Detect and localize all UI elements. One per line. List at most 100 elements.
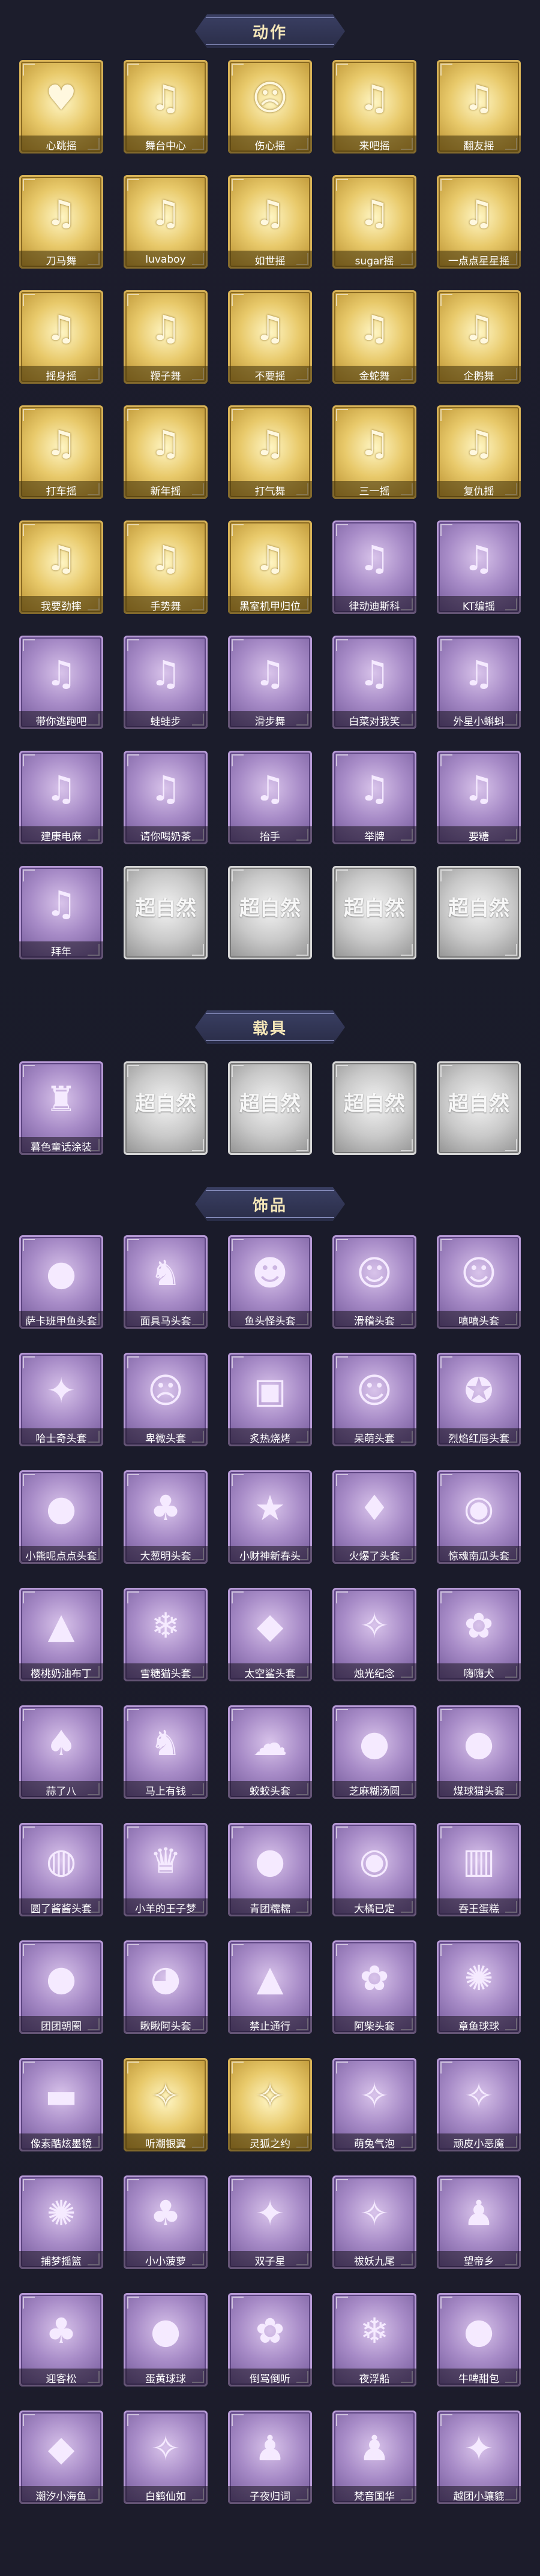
accessories-item[interactable]: ✧ 顽皮小恶魔 bbox=[437, 2058, 521, 2162]
actions-item[interactable]: ♫ 鞭子舞 bbox=[124, 290, 208, 395]
accessories-item[interactable]: ♟ 梵音国华 bbox=[332, 2411, 416, 2515]
accessories-item[interactable]: ♟ 望帝乡 bbox=[437, 2175, 521, 2280]
actions-item[interactable]: ♫ 企鹅舞 bbox=[437, 290, 521, 395]
actions-item[interactable]: ♫ 打车摇 bbox=[19, 405, 103, 510]
actions-item[interactable]: ♫ 手势舞 bbox=[124, 520, 208, 625]
actions-item[interactable]: ♫ 外星小蝌蚪 bbox=[437, 636, 521, 740]
accessories-item[interactable]: ✦ 哈士奇头套 bbox=[19, 1353, 103, 1457]
actions-item[interactable]: ♫ KT编摇 bbox=[437, 520, 521, 625]
actions-item[interactable]: 超自然 bbox=[124, 866, 208, 970]
accessories-item[interactable]: ▬ 像素酷炫墨镜 bbox=[19, 2058, 103, 2162]
actions-item[interactable]: ♫ 金蛇舞 bbox=[332, 290, 416, 395]
vehicles-item[interactable]: 超自然 bbox=[437, 1061, 521, 1166]
actions-item[interactable]: ♫ 复仇摇 bbox=[437, 405, 521, 510]
accessories-item[interactable]: ✧ 白鹤仙如 bbox=[124, 2411, 208, 2515]
accessories-item[interactable]: ✧ 祓妖九尾 bbox=[332, 2175, 416, 2280]
actions-item[interactable]: 超自然 bbox=[332, 866, 416, 970]
locked-slot[interactable]: 超自然 bbox=[228, 866, 312, 959]
actions-item[interactable]: ☹ 伤心摇 bbox=[228, 60, 312, 164]
locked-slot[interactable]: 超自然 bbox=[332, 866, 416, 959]
actions-item[interactable]: ♫ 翻友摇 bbox=[437, 60, 521, 164]
accessories-item[interactable]: ▲ 禁止通行 bbox=[228, 1940, 312, 2045]
accessories-item[interactable]: ☺ 滑稽头套 bbox=[332, 1235, 416, 1340]
actions-item[interactable]: 超自然 bbox=[437, 866, 521, 970]
actions-item[interactable]: ♫ 蛙蛙步 bbox=[124, 636, 208, 740]
actions-item[interactable]: ♫ 要糖 bbox=[437, 751, 521, 855]
actions-item[interactable]: ♫ 带你逃跑吧 bbox=[19, 636, 103, 740]
accessories-item[interactable]: ▲ 樱桃奶油布丁 bbox=[19, 1588, 103, 1692]
actions-item[interactable]: ♫ 抬手 bbox=[228, 751, 312, 855]
accessories-item[interactable]: ✦ 双子星 bbox=[228, 2175, 312, 2280]
accessories-item[interactable]: ▣ 炙热烧烤 bbox=[228, 1353, 312, 1457]
actions-item[interactable]: ♫ 摇身摇 bbox=[19, 290, 103, 395]
actions-item[interactable]: ♫ 如世摇 bbox=[228, 175, 312, 279]
actions-item[interactable]: ♫ 建康电麻 bbox=[19, 751, 103, 855]
actions-item[interactable]: ♫ 请你喝奶茶 bbox=[124, 751, 208, 855]
accessories-item[interactable]: ♦ 火爆了头套 bbox=[332, 1470, 416, 1575]
accessories-item[interactable]: ◍ 圆了酱酱头套 bbox=[19, 1823, 103, 1927]
accessories-item[interactable]: ● 煤球猫头套 bbox=[437, 1705, 521, 1810]
accessories-item[interactable]: ◆ 潮汐小海鱼 bbox=[19, 2411, 103, 2515]
accessories-item[interactable]: ☺ 嘻嘻头套 bbox=[437, 1235, 521, 1340]
actions-item[interactable]: ♫ 不要摇 bbox=[228, 290, 312, 395]
accessories-item[interactable]: ● 萨卡班甲鱼头套 bbox=[19, 1235, 103, 1340]
actions-item[interactable]: ♫ luvaboy bbox=[124, 175, 208, 279]
accessories-item[interactable]: ✺ 捕梦摇篮 bbox=[19, 2175, 103, 2280]
accessories-item[interactable]: ♣ 迎客松 bbox=[19, 2293, 103, 2397]
accessories-item[interactable]: ❄ 夜浮船 bbox=[332, 2293, 416, 2397]
actions-item[interactable]: ♫ 打气舞 bbox=[228, 405, 312, 510]
accessories-item[interactable]: ✧ 萌兔气泡 bbox=[332, 2058, 416, 2162]
accessories-item[interactable]: ✧ 烛光纪念 bbox=[332, 1588, 416, 1692]
accessories-item[interactable]: ❄ 雪糖猫头套 bbox=[124, 1588, 208, 1692]
actions-item[interactable]: ♫ 律动迪斯科 bbox=[332, 520, 416, 625]
actions-item[interactable]: ♫ 来吧摇 bbox=[332, 60, 416, 164]
accessories-item[interactable]: ♞ 面具马头套 bbox=[124, 1235, 208, 1340]
accessories-item[interactable]: ◉ 大橘已定 bbox=[332, 1823, 416, 1927]
locked-slot[interactable]: 超自然 bbox=[124, 866, 208, 959]
actions-item[interactable]: 超自然 bbox=[228, 866, 312, 970]
actions-item[interactable]: ♫ 新年摇 bbox=[124, 405, 208, 510]
accessories-item[interactable]: ◆ 太空鲨头套 bbox=[228, 1588, 312, 1692]
actions-item[interactable]: ♫ 刀马舞 bbox=[19, 175, 103, 279]
accessories-item[interactable]: ✦ 越团小骧貔 bbox=[437, 2411, 521, 2515]
accessories-item[interactable]: ● 芝麻糊汤圆 bbox=[332, 1705, 416, 1810]
vehicles-item[interactable]: 超自然 bbox=[332, 1061, 416, 1166]
locked-slot[interactable]: 超自然 bbox=[124, 1061, 208, 1155]
accessories-item[interactable]: ◉ 惊魂南瓜头套 bbox=[437, 1470, 521, 1575]
accessories-item[interactable]: ● 团团朝圈 bbox=[19, 1940, 103, 2045]
accessories-item[interactable]: ☻ 鱼头怪头套 bbox=[228, 1235, 312, 1340]
accessories-item[interactable]: ✿ 嗨嗨犬 bbox=[437, 1588, 521, 1692]
accessories-item[interactable]: ● 蛋黄球球 bbox=[124, 2293, 208, 2397]
vehicles-item[interactable]: 超自然 bbox=[124, 1061, 208, 1166]
actions-item[interactable]: ♫ 我要劲摔 bbox=[19, 520, 103, 625]
accessories-item[interactable]: ★ 小财神新春头 bbox=[228, 1470, 312, 1575]
vehicles-item[interactable]: 超自然 bbox=[228, 1061, 312, 1166]
actions-item[interactable]: ♫ 滑步舞 bbox=[228, 636, 312, 740]
accessories-item[interactable]: ✧ 灵狐之约 bbox=[228, 2058, 312, 2162]
actions-item[interactable]: ♫ 举牌 bbox=[332, 751, 416, 855]
locked-slot[interactable]: 超自然 bbox=[332, 1061, 416, 1155]
accessories-item[interactable]: ✿ 阿柴头套 bbox=[332, 1940, 416, 2045]
locked-slot[interactable]: 超自然 bbox=[437, 866, 521, 959]
locked-slot[interactable]: 超自然 bbox=[228, 1061, 312, 1155]
actions-item[interactable]: ♫ 拜年 bbox=[19, 866, 103, 970]
accessories-item[interactable]: ● 青团糯糯 bbox=[228, 1823, 312, 1927]
accessories-item[interactable]: ● 牛啤甜包 bbox=[437, 2293, 521, 2397]
accessories-item[interactable]: ✪ 烈焰红唇头套 bbox=[437, 1353, 521, 1457]
accessories-item[interactable]: ♠ 蒜了八 bbox=[19, 1705, 103, 1810]
accessories-item[interactable]: ♞ 马上有钱 bbox=[124, 1705, 208, 1810]
accessories-item[interactable]: ☹ 卑微头套 bbox=[124, 1353, 208, 1457]
actions-item[interactable]: ♫ 一点点星星摇 bbox=[437, 175, 521, 279]
actions-item[interactable]: ♫ 黑室机甲归位 bbox=[228, 520, 312, 625]
accessories-item[interactable]: ♣ 小小菠萝 bbox=[124, 2175, 208, 2280]
accessories-item[interactable]: ♣ 大葱明头套 bbox=[124, 1470, 208, 1575]
accessories-item[interactable]: ☁ 蛟蛟头套 bbox=[228, 1705, 312, 1810]
accessories-item[interactable]: ♟ 子夜归词 bbox=[228, 2411, 312, 2515]
locked-slot[interactable]: 超自然 bbox=[437, 1061, 521, 1155]
accessories-item[interactable]: ♛ 小羊的王子梦 bbox=[124, 1823, 208, 1927]
accessories-item[interactable]: ✺ 章鱼球球 bbox=[437, 1940, 521, 2045]
actions-item[interactable]: ♫ 舞台中心 bbox=[124, 60, 208, 164]
accessories-item[interactable]: ● 小熊呢点点头套 bbox=[19, 1470, 103, 1575]
actions-item[interactable]: ♫ 白菜对我笑 bbox=[332, 636, 416, 740]
actions-item[interactable]: ♫ sugar摇 bbox=[332, 175, 416, 279]
